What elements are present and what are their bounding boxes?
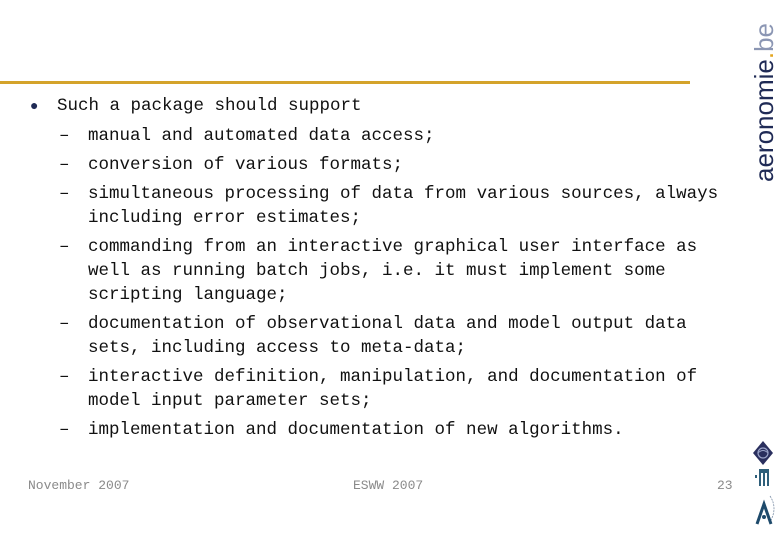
list-item: – implementation and documentation of new… (30, 418, 740, 442)
bullet-icon: ● (30, 97, 39, 113)
main-bullet: ● Such a package should support (30, 96, 740, 124)
dash-icon: – (59, 184, 70, 204)
list-item-text: interactive definition, manipulation, an… (88, 367, 698, 411)
building-logo-icon (755, 469, 769, 486)
main-bullet-text: Such a package should support (57, 96, 362, 116)
antenna-a-logo-icon (755, 495, 775, 525)
sub-bullet-list: – manual and automated data access; – conv… (30, 124, 740, 442)
dash-icon: – (59, 237, 70, 257)
brand-dot: . (749, 51, 779, 60)
dash-icon: – (59, 367, 70, 387)
list-item: – commanding from an interactive graphica… (30, 235, 740, 307)
list-item: – manual and automated data access; (30, 124, 740, 148)
list-item-text: conversion of various formats; (88, 155, 404, 175)
slide-body: ● Such a package should support – manual … (30, 96, 740, 447)
dash-icon: – (59, 420, 70, 440)
brand-tld: be (749, 22, 779, 52)
globe-diamond-logo-icon (753, 441, 773, 465)
aeronomie-logo-text: aeronomie.be (749, 22, 779, 182)
list-item: – documentation of observational data and… (30, 312, 740, 360)
dash-icon: – (59, 314, 70, 334)
footer-date: November 2007 (28, 478, 130, 493)
page-number: 23 (717, 478, 733, 493)
list-item: – conversion of various formats; (30, 153, 740, 177)
list-item-text: commanding from an interactive graphical… (88, 237, 698, 305)
list-item: – interactive definition, manipulation, a… (30, 365, 740, 413)
footer-event: ESWW 2007 (353, 478, 424, 493)
list-item-text: documentation of observational data and … (88, 314, 687, 358)
list-item-text: implementation and documentation of new … (88, 420, 624, 440)
list-item-text: manual and automated data access; (88, 126, 435, 146)
list-item: – simultaneous processing of data from va… (30, 182, 740, 230)
dash-icon: – (59, 155, 70, 175)
brand-name: aeronomie (749, 59, 779, 182)
list-item-text: simultaneous processing of data from var… (88, 184, 719, 228)
header-rule (0, 81, 690, 84)
dash-icon: – (59, 126, 70, 146)
